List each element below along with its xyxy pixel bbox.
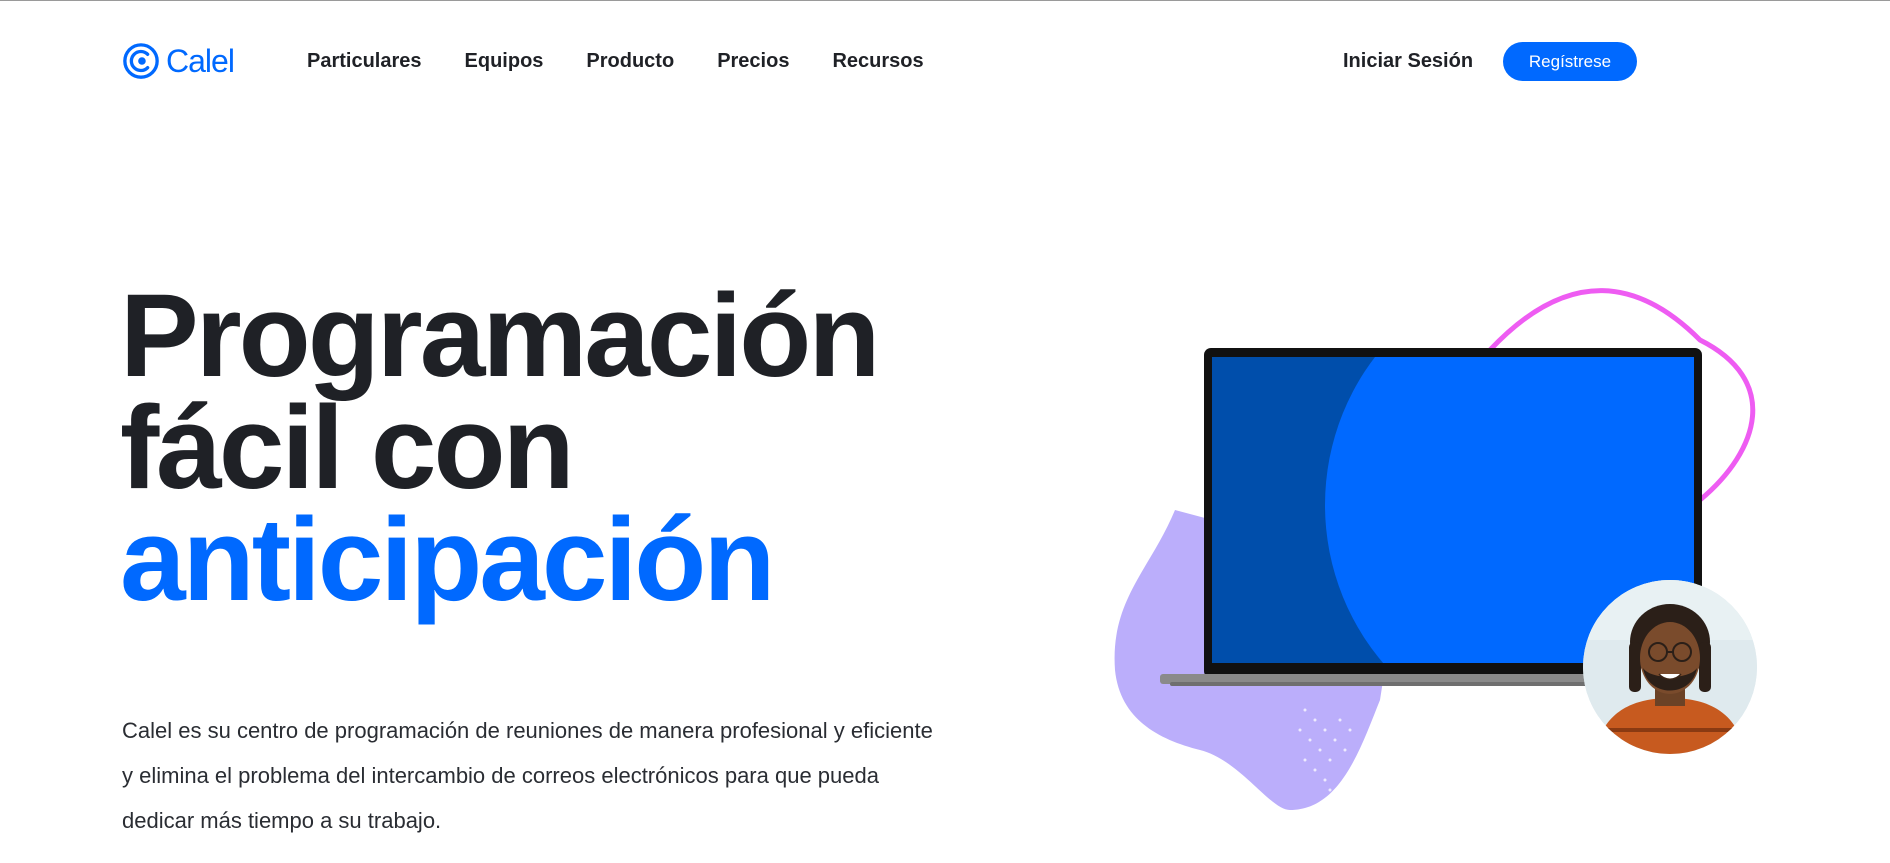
hero-title-line1: Programación — [120, 270, 880, 402]
window-top-border — [0, 0, 1890, 1]
signup-button[interactable]: Regístrese — [1503, 42, 1637, 81]
hero-title-accent: anticipación — [120, 494, 775, 626]
nav-recursos[interactable]: Recursos — [832, 49, 923, 73]
user-avatar — [1583, 580, 1757, 754]
brand-name: Calel — [166, 43, 235, 79]
nav-equipos[interactable]: Equipos — [465, 49, 544, 73]
person-photo-icon — [1583, 580, 1757, 754]
hero-title: Programación fácil con anticipación — [120, 270, 880, 626]
hero-description: Calel es su centro de programación de re… — [122, 718, 933, 833]
main-nav: Particulares Equipos Producto Precios Re… — [307, 49, 966, 73]
signin-link[interactable]: Iniciar Sesión — [1343, 49, 1473, 73]
nav-producto[interactable]: Producto — [586, 49, 674, 73]
brand-logo[interactable]: Calel — [122, 39, 235, 83]
calel-logo-icon — [123, 43, 159, 79]
nav-particulares[interactable]: Particulares — [307, 49, 422, 73]
nav-precios[interactable]: Precios — [717, 49, 789, 73]
hero-title-line2: fácil con — [120, 382, 575, 514]
